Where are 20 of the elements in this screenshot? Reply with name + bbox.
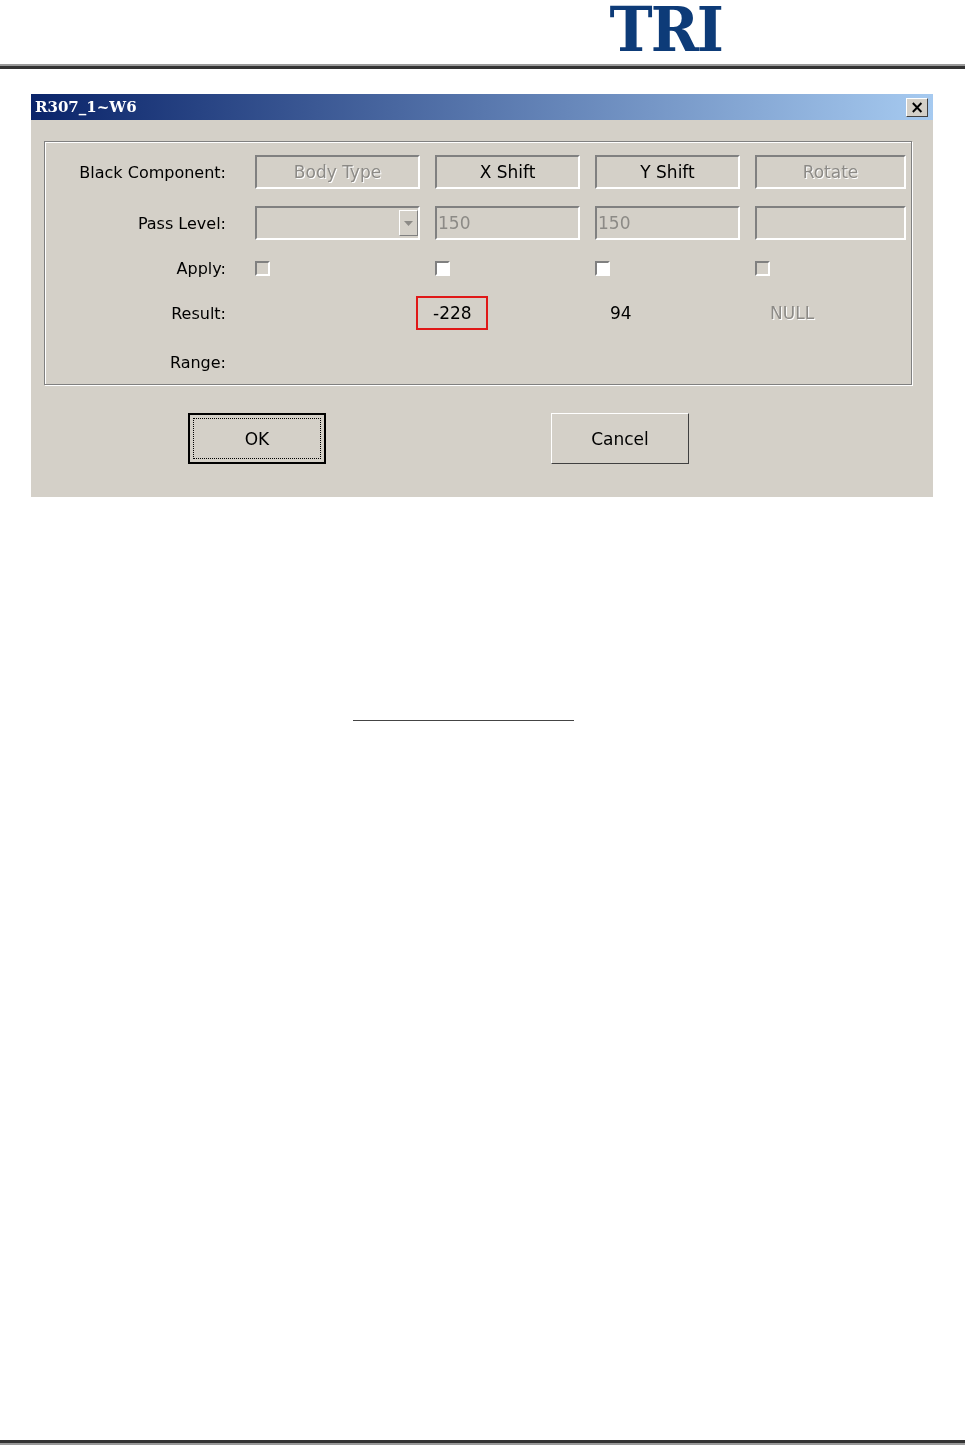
result-value: 94 [609, 302, 633, 325]
dialog-button[interactable]: Cancel [551, 413, 689, 464]
apply-checkbox[interactable] [595, 260, 610, 276]
close-button[interactable]: × [906, 97, 928, 117]
row-label: Pass Level: [137, 213, 227, 233]
row-label: Range: [169, 352, 227, 372]
column-header: X Shift [435, 155, 580, 189]
row-label: Result: [171, 303, 227, 323]
column-header: Rotate [755, 155, 906, 189]
result-value: NULL [769, 302, 816, 325]
row-label: Apply: [176, 258, 227, 278]
result-value: -228 [416, 296, 488, 330]
row-label: Black Component: [79, 162, 227, 182]
window-title: R307_1~W6 [35, 98, 137, 116]
column-header: Body Type [255, 155, 420, 189]
column-header: Y Shift [595, 155, 740, 189]
dialog-button[interactable]: OK [188, 413, 326, 464]
logo: TRI [609, 0, 722, 60]
apply-checkbox[interactable] [435, 260, 450, 276]
dropdown-arrow-icon [404, 220, 413, 226]
